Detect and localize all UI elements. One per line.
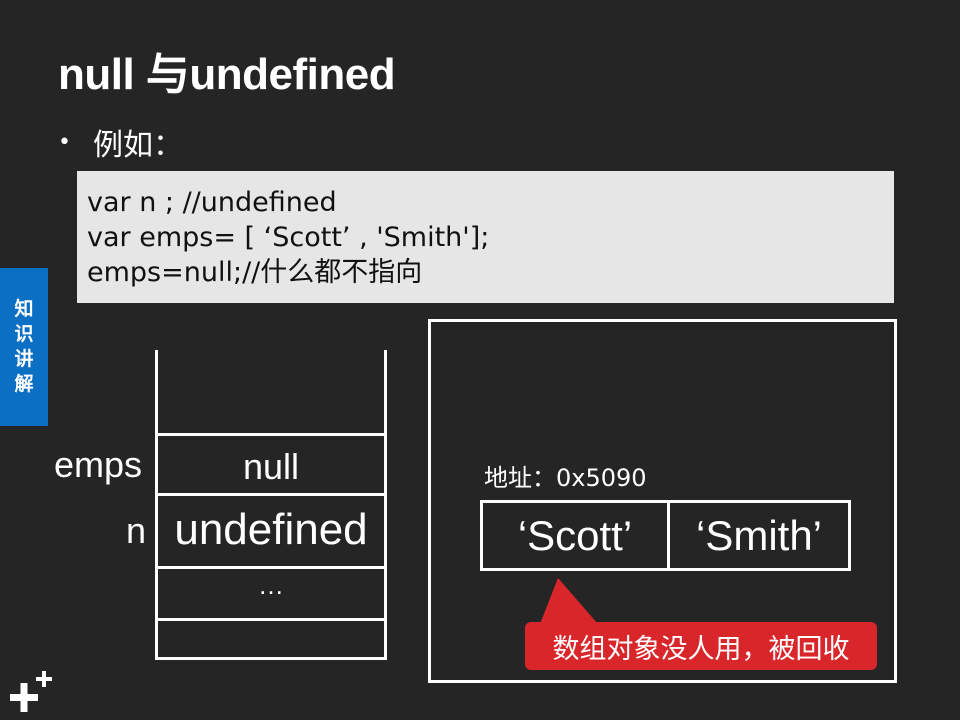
bullet-dot-icon: • [58, 129, 71, 155]
callout-bubble: 数组对象没人用，被回收 [525, 622, 877, 670]
bullet-line: • 例如： [58, 120, 183, 164]
array-box: ‘Scott’ ‘Smith’ [480, 500, 851, 571]
heap-address: 地址：0x5090 [484, 464, 647, 492]
array-cell-smith: ‘Smith’ [695, 511, 823, 559]
stack-divider [155, 566, 387, 569]
stack-cell-ellipsis: … [258, 570, 284, 600]
stack-divider [155, 433, 387, 436]
code-line-1: var n ; //undefined [87, 187, 337, 218]
stack-frame: null undefined … [155, 350, 387, 660]
array-cell-scott: ‘Scott’ [483, 503, 670, 568]
side-tab-char-4: 解 [14, 373, 34, 395]
plus-logo-icon [10, 671, 52, 712]
stack-cell-null: null [242, 446, 300, 487]
code-line-2: var emps= [ ‘Scott’ , 'Smith']; [87, 222, 490, 253]
side-tab-char-2: 识 [14, 323, 34, 345]
side-tab[interactable]: 知 识 讲 解 [0, 268, 48, 426]
side-tab-char-3: 讲 [14, 348, 34, 370]
code-line-3: emps=null;//什么都不指向 [87, 257, 423, 288]
slide-title: null 与undefined [58, 50, 396, 99]
bullet-text: 例如： [92, 128, 183, 163]
stack-cell-undefined: undefined [174, 505, 368, 554]
stack-divider [155, 493, 387, 496]
n-label: n [126, 510, 147, 551]
emps-label: emps [54, 444, 143, 485]
side-tab-char-1: 知 [14, 298, 34, 320]
stack-divider [155, 618, 387, 621]
code-box: var n ; //undefined var emps= [ ‘Scott’ … [77, 171, 894, 303]
